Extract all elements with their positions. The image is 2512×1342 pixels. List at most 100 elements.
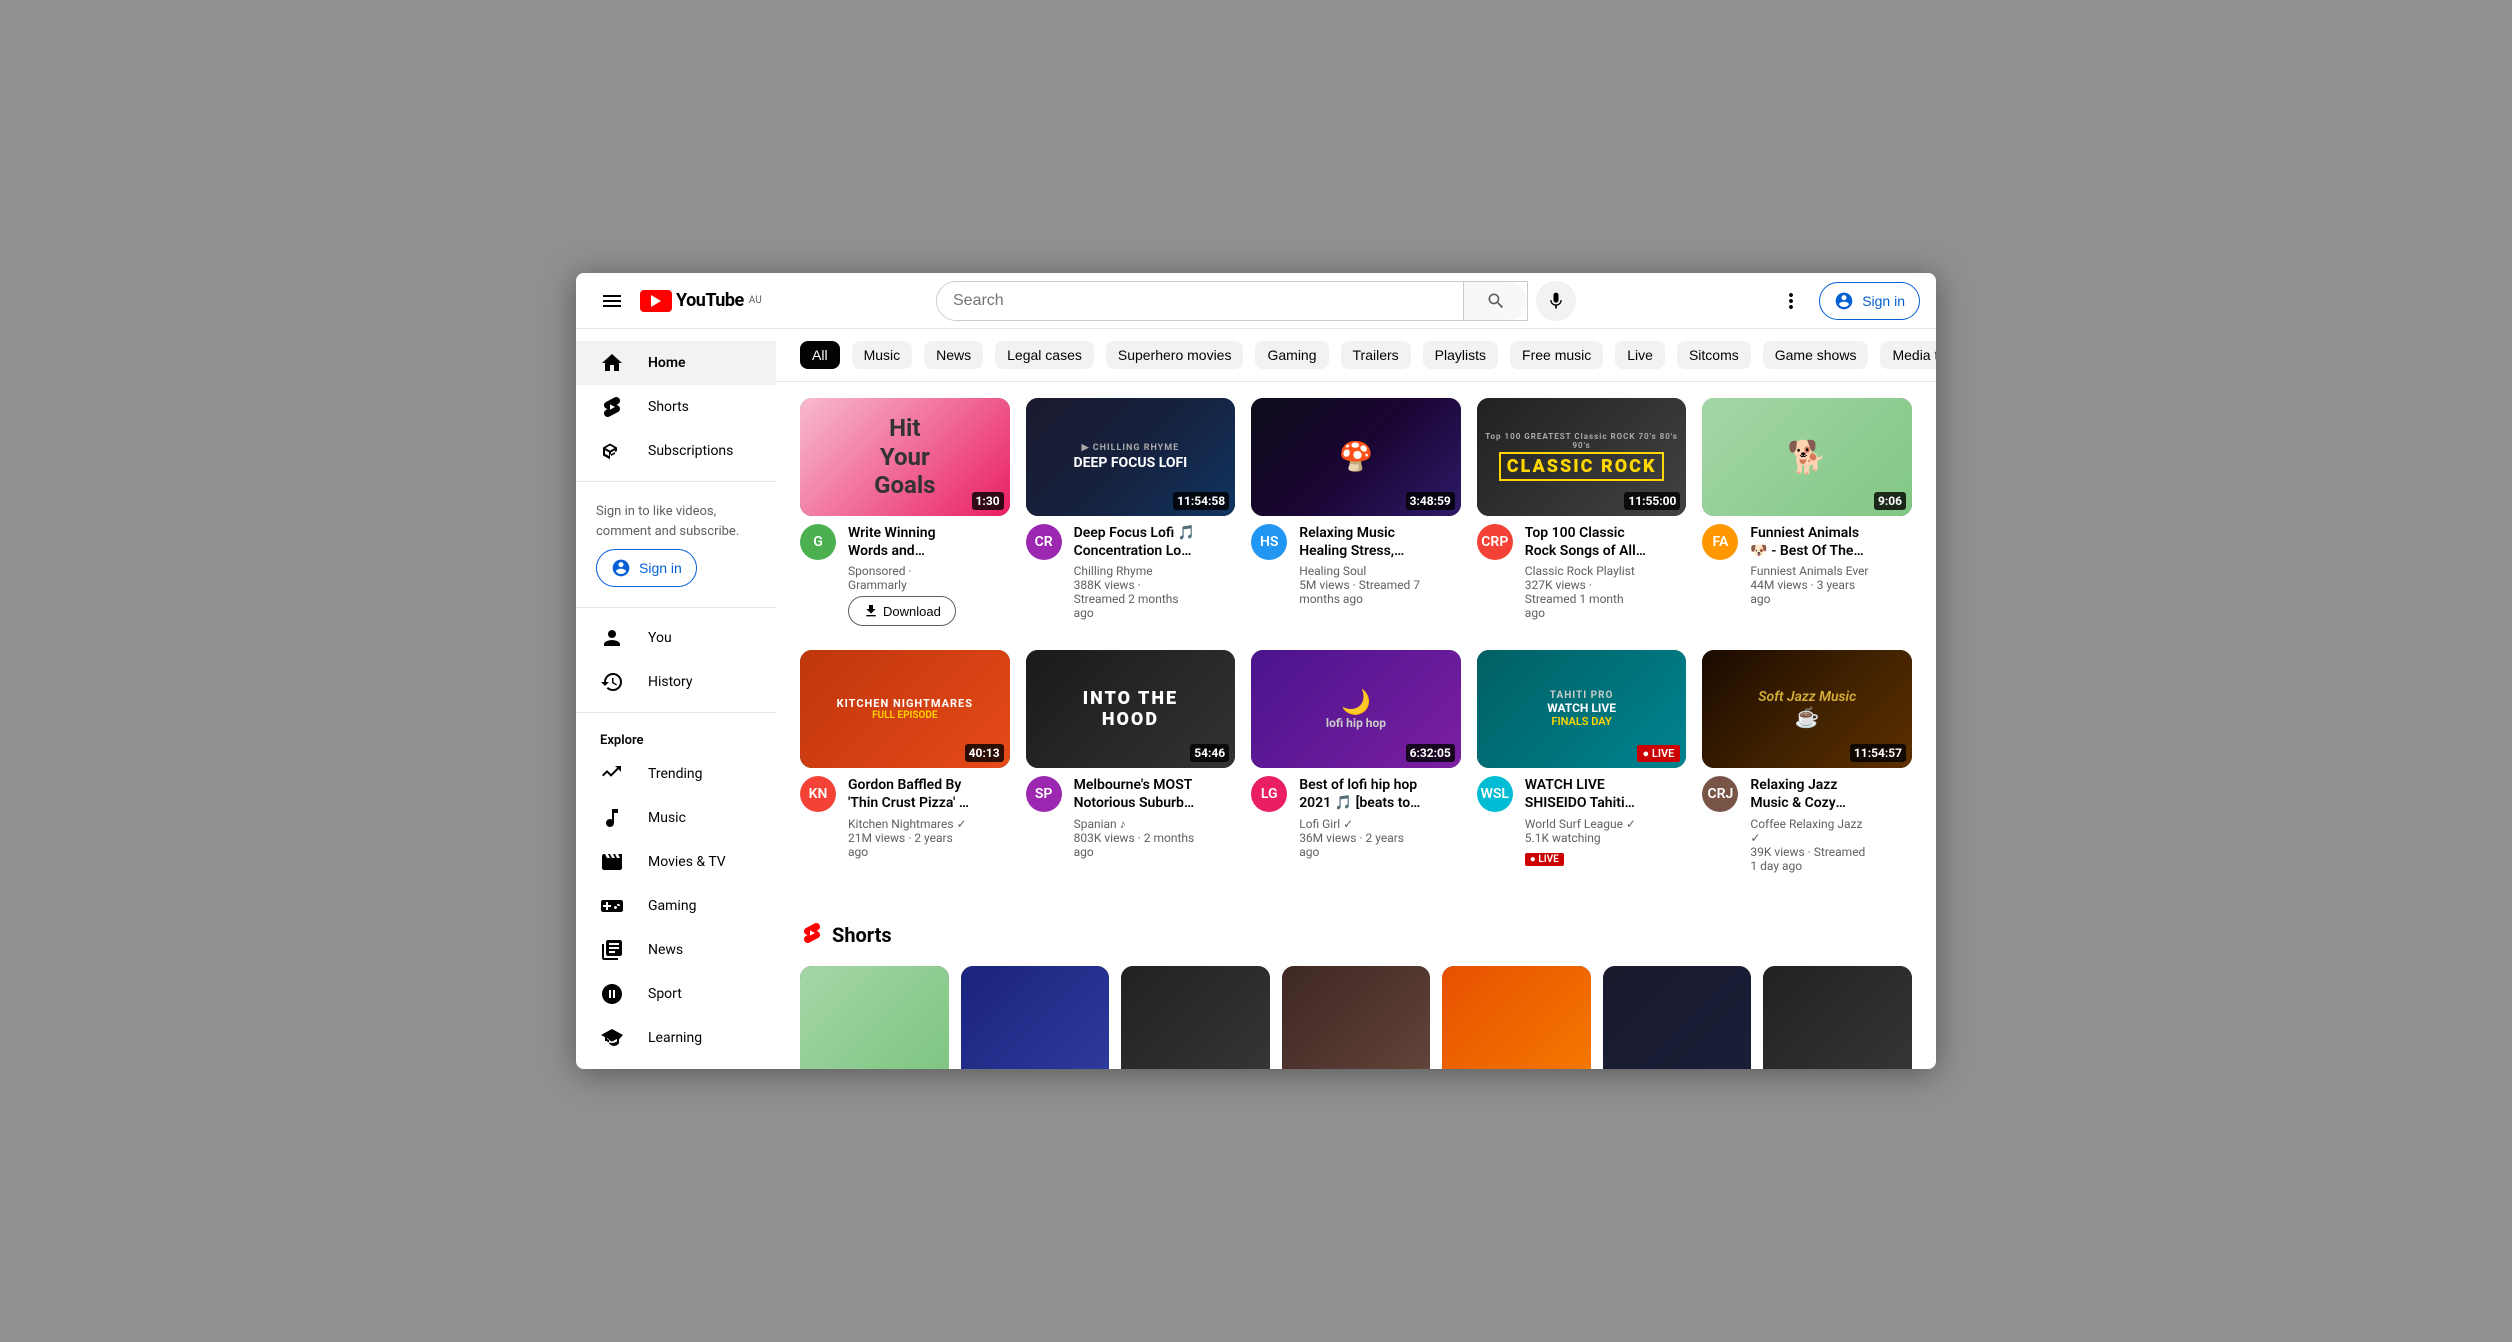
search-input[interactable] bbox=[937, 282, 1463, 320]
video-card-4[interactable]: Top 100 GREATEST Classic ROCK 70's 80's … bbox=[1477, 398, 1687, 626]
sidebar-item-learning[interactable]: Learning bbox=[576, 1016, 776, 1060]
video-card-1[interactable]: HitYourGoals 1:30 G Write Winning Words … bbox=[800, 398, 1010, 626]
short-card-4[interactable]: 🌿 Relaxing short video bbox=[1282, 966, 1431, 1069]
subscriptions-icon bbox=[600, 439, 624, 463]
filter-chip-playlists[interactable]: Playlists bbox=[1423, 341, 1498, 369]
filter-chip-gameshows[interactable]: Game shows bbox=[1763, 341, 1869, 369]
filter-bar: All Music News Legal cases Superhero mov… bbox=[776, 329, 1936, 382]
filter-chip-gaming[interactable]: Gaming bbox=[1255, 341, 1328, 369]
sidebar-item-music[interactable]: Music bbox=[576, 796, 776, 840]
sidebar-item-shorts[interactable]: Shorts bbox=[576, 385, 776, 429]
filter-chip-trailers[interactable]: Trailers bbox=[1341, 341, 1411, 369]
sidebar-item-news[interactable]: News bbox=[576, 928, 776, 972]
sign-in-label: Sign in bbox=[1862, 293, 1905, 309]
video-meta-10: Relaxing Jazz Music & Cozy Coffee Shop A… bbox=[1750, 776, 1872, 872]
sidebar-label-news: News bbox=[648, 942, 683, 958]
sport-icon bbox=[600, 982, 624, 1006]
logo-text: YouTube bbox=[676, 290, 744, 311]
logo-country: AU bbox=[749, 295, 762, 306]
video-info-1: G Write Winning Words and Generate Fresh… bbox=[800, 516, 1010, 626]
filter-chip-live[interactable]: Live bbox=[1615, 341, 1665, 369]
sidebar-item-sport[interactable]: Sport bbox=[576, 972, 776, 1016]
download-button-1[interactable]: Download bbox=[848, 596, 956, 626]
video-card-9[interactable]: TAHITI PRO WATCH LIVE FINALS DAY ● LIVE … bbox=[1477, 650, 1687, 872]
video-title-8: Best of lofi hip hop 2021 🎵 [beats to re… bbox=[1299, 776, 1421, 812]
channel-name-3: Healing Soul bbox=[1299, 564, 1421, 578]
video-stats-9: 5.1K watching bbox=[1525, 831, 1647, 845]
channel-name-5: Funniest Animals Ever bbox=[1750, 564, 1872, 578]
channel-avatar-3: HS bbox=[1251, 524, 1287, 560]
video-info-4: CRP Top 100 Classic Rock Songs of All Ti… bbox=[1477, 516, 1687, 620]
youtube-logo[interactable]: YouTube AU bbox=[640, 290, 762, 312]
sidebar: Home Shorts Subscriptions Sign in to lik… bbox=[576, 329, 776, 1069]
search-button[interactable] bbox=[1463, 282, 1527, 320]
video-info-7: SP Melbourne's MOST Notorious Suburbs pt… bbox=[1026, 768, 1236, 858]
video-stats-8: 36M views · 2 years ago bbox=[1299, 831, 1421, 859]
filter-chip-music[interactable]: Music bbox=[852, 341, 913, 369]
video-meta-2: Deep Focus Lofi 🎵 Concentration Lofi ~ F… bbox=[1074, 524, 1196, 620]
voice-search-button[interactable] bbox=[1536, 281, 1576, 321]
video-card-3[interactable]: 🍄 3:48:59 HS Relaxing Music Healing Stre… bbox=[1251, 398, 1461, 626]
video-stats-4: 327K views · Streamed 1 month ago bbox=[1525, 578, 1647, 620]
sidebar-item-trending[interactable]: Trending bbox=[576, 752, 776, 796]
filter-chip-media[interactable]: Media theories bbox=[1880, 341, 1936, 369]
sign-in-prompt-text: Sign in to like videos, comment and subs… bbox=[596, 504, 739, 539]
video-title-10: Relaxing Jazz Music & Cozy Coffee Shop A… bbox=[1750, 776, 1872, 812]
shorts-section-icon bbox=[800, 921, 824, 950]
thumbnail-3: 🍄 3:48:59 bbox=[1251, 398, 1461, 516]
gaming-icon bbox=[600, 894, 624, 918]
sidebar-label-learning: Learning bbox=[648, 1030, 702, 1046]
history-icon bbox=[600, 670, 624, 694]
video-info-5: FA Funniest Animals 🐶 - Best Of The 2020… bbox=[1702, 516, 1912, 606]
short-card-6[interactable]: 🦌 Nature and wildlife bbox=[1603, 966, 1752, 1069]
sidebar-item-home[interactable]: Home bbox=[576, 341, 776, 385]
thumbnail-6: KITCHEN NIGHTMARES FULL EPISODE 40:13 bbox=[800, 650, 1010, 768]
channel-avatar-1: G bbox=[800, 524, 836, 560]
hamburger-menu-button[interactable] bbox=[592, 281, 632, 321]
sidebar-item-history[interactable]: History bbox=[576, 660, 776, 704]
duration-badge-1: 1:30 bbox=[972, 492, 1004, 510]
main-layout: Home Shorts Subscriptions Sign in to lik… bbox=[576, 329, 1936, 1069]
video-card-8[interactable]: 🌙 lofi hip hop 6:32:05 LG Best of lofi h… bbox=[1251, 650, 1461, 872]
video-card-6[interactable]: KITCHEN NIGHTMARES FULL EPISODE 40:13 KN… bbox=[800, 650, 1010, 872]
channel-avatar-4: CRP bbox=[1477, 524, 1513, 560]
shorts-section-title: Shorts bbox=[832, 923, 892, 947]
channel-name-6: Kitchen Nightmares ✓ bbox=[848, 817, 970, 831]
thumbnail-5: 🐕 9:06 bbox=[1702, 398, 1912, 516]
short-card-2[interactable]: WHAT KIDS SEE WHAT KIDS SEE bbox=[961, 966, 1110, 1069]
video-card-5[interactable]: 🐕 9:06 FA Funniest Animals 🐶 - Best Of T… bbox=[1702, 398, 1912, 626]
short-card-7[interactable]: If TikTok was a thing in the 1600s If Ti… bbox=[1763, 966, 1912, 1069]
channel-avatar-6: KN bbox=[800, 776, 836, 812]
video-card-10[interactable]: Soft Jazz Music ☕ 11:54:57 CRJ Relaxing … bbox=[1702, 650, 1912, 872]
short-card-3[interactable]: 😂 Funny moments bbox=[1121, 966, 1270, 1069]
sidebar-item-fashion[interactable]: Fashion & beauty bbox=[576, 1060, 776, 1069]
sidebar-item-gaming[interactable]: Gaming bbox=[576, 884, 776, 928]
video-title-2: Deep Focus Lofi 🎵 Concentration Lofi ~ F… bbox=[1074, 524, 1196, 560]
sidebar-item-movies[interactable]: Movies & TV bbox=[576, 840, 776, 884]
filter-chip-legal[interactable]: Legal cases bbox=[995, 341, 1094, 369]
sidebar-item-subscriptions[interactable]: Subscriptions bbox=[576, 429, 776, 473]
more-options-button[interactable] bbox=[1771, 281, 1811, 321]
video-card-2[interactable]: ▶ CHILLING RHYME DEEP FOCUS LOFI 11:54:5… bbox=[1026, 398, 1236, 626]
filter-chip-freemusic[interactable]: Free music bbox=[1510, 341, 1603, 369]
video-info-3: HS Relaxing Music Healing Stress, Anxiet… bbox=[1251, 516, 1461, 606]
channel-name-4: Classic Rock Playlist bbox=[1525, 564, 1647, 578]
sidebar-sign-in-label: Sign in bbox=[639, 560, 682, 576]
filter-chip-superhero[interactable]: Superhero movies bbox=[1106, 341, 1244, 369]
sidebar-sign-in-button[interactable]: Sign in bbox=[596, 549, 697, 587]
video-info-2: CR Deep Focus Lofi 🎵 Concentration Lofi … bbox=[1026, 516, 1236, 620]
filter-chip-news[interactable]: News bbox=[924, 341, 983, 369]
sidebar-item-you[interactable]: You bbox=[576, 616, 776, 660]
thumbnail-9: TAHITI PRO WATCH LIVE FINALS DAY ● LIVE bbox=[1477, 650, 1687, 768]
explore-section-label: Explore bbox=[576, 721, 776, 752]
short-card-5[interactable]: 🍽️ Amazing food recipe bbox=[1442, 966, 1591, 1069]
filter-chip-all[interactable]: All bbox=[800, 341, 840, 369]
video-info-6: KN Gordon Baffled By 'Thin Crust Pizza' … bbox=[800, 768, 1010, 858]
video-card-7[interactable]: INTO THEHOOD 54:46 SP Melbourne's MOST N… bbox=[1026, 650, 1236, 872]
short-card-1[interactable]: 🐕 Golden retriever dog bbox=[800, 966, 949, 1069]
thumbnail-1: HitYourGoals 1:30 bbox=[800, 398, 1010, 516]
video-meta-1: Write Winning Words and Generate Fresh I… bbox=[848, 524, 970, 626]
filter-chip-sitcoms[interactable]: Sitcoms bbox=[1677, 341, 1751, 369]
sign-in-button[interactable]: Sign in bbox=[1819, 282, 1920, 320]
thumbnail-10: Soft Jazz Music ☕ 11:54:57 bbox=[1702, 650, 1912, 768]
